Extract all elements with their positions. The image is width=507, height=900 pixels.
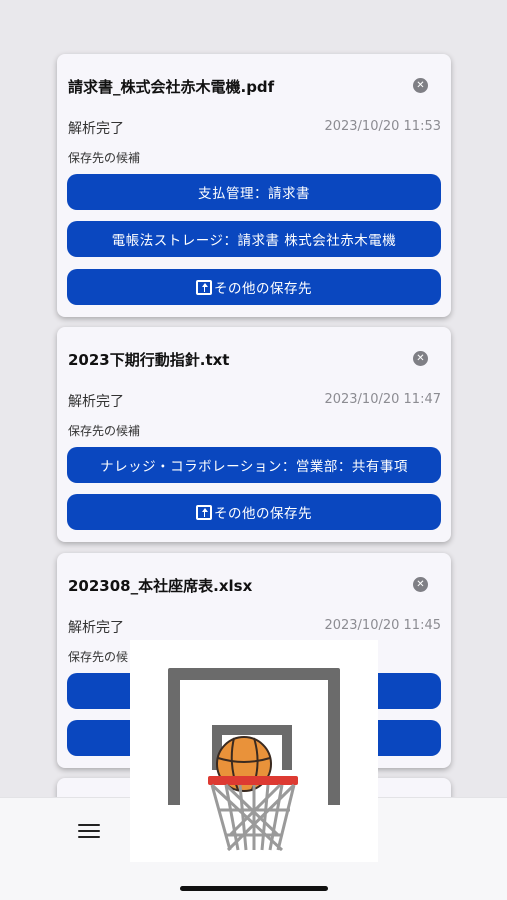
analysis-status: 解析完了: [68, 620, 124, 636]
close-icon[interactable]: ✕: [413, 577, 428, 592]
basketball-hoop-icon: [130, 640, 378, 862]
home-indicator: [180, 886, 328, 891]
close-icon[interactable]: ✕: [413, 78, 428, 93]
timestamp: 2023/10/20 11:53: [324, 119, 441, 134]
destination-button[interactable]: ナレッジ・コラボレーション：営業部：共有事項: [67, 447, 441, 483]
screen: 請求書_株式会社赤木電機.pdf ✕ 解析完了 2023/10/20 11:53…: [0, 0, 507, 900]
hamburger-menu-icon[interactable]: [78, 824, 100, 840]
other-destination-button[interactable]: その他の保存先: [67, 494, 441, 530]
file-name: 202308_本社座席表.xlsx: [68, 577, 253, 595]
destination-label: ナレッジ・コラボレーション：営業部：共有事項: [100, 459, 408, 475]
analysis-status: 解析完了: [68, 121, 124, 137]
destination-button[interactable]: 支払管理：請求書: [67, 174, 441, 210]
other-destination-label: その他の保存先: [214, 506, 312, 522]
file-card: 2023下期行動指針.txt ✕ 解析完了 2023/10/20 11:47 保…: [57, 327, 451, 542]
file-card: 請求書_株式会社赤木電機.pdf ✕ 解析完了 2023/10/20 11:53…: [57, 54, 451, 317]
file-name: 2023下期行動指針.txt: [68, 351, 230, 369]
candidates-label: 保存先の候補: [68, 151, 141, 165]
close-icon[interactable]: ✕: [413, 351, 428, 366]
file-name: 請求書_株式会社赤木電機.pdf: [68, 78, 275, 96]
candidates-label: 保存先の候: [68, 650, 129, 664]
destination-label: 支払管理：請求書: [198, 186, 310, 202]
candidates-label: 保存先の候補: [68, 424, 141, 438]
other-destination-button[interactable]: その他の保存先: [67, 269, 441, 305]
analysis-status: 解析完了: [68, 394, 124, 410]
timestamp: 2023/10/20 11:47: [324, 392, 441, 407]
timestamp: 2023/10/20 11:45: [324, 618, 441, 633]
destination-label: 電帳法ストレージ：請求書 株式会社赤木電機: [111, 233, 397, 249]
upload-icon: [196, 504, 212, 520]
upload-icon: [196, 279, 212, 295]
other-destination-label: その他の保存先: [214, 281, 312, 297]
destination-button[interactable]: 電帳法ストレージ：請求書 株式会社赤木電機: [67, 221, 441, 257]
